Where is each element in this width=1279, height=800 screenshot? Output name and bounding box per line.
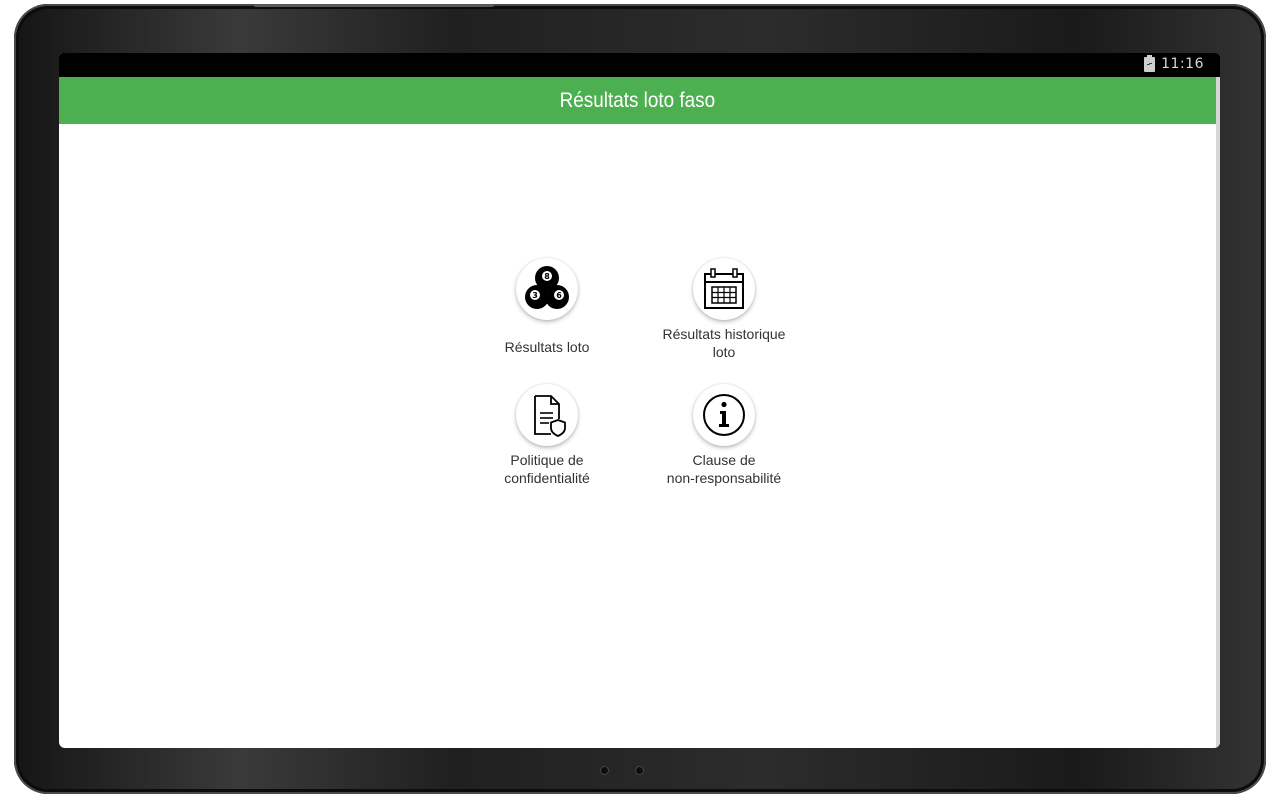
- sensor-dot: [600, 766, 609, 775]
- menu-item-icon-circle[interactable]: [693, 258, 755, 320]
- billiard-balls-icon: 8 3 6: [525, 266, 569, 309]
- menu-item-icon-circle[interactable]: [516, 384, 578, 446]
- menu-item-label: Résultats loto: [504, 339, 590, 355]
- menu-item-icon-circle[interactable]: 8 3 6: [516, 258, 578, 320]
- menu-item-icon-circle[interactable]: [693, 384, 755, 446]
- menu-item-label: Clause de non-responsabilité: [666, 452, 782, 486]
- app-screen: 11:16 Résultats loto faso 8 3 6 Résultat…: [59, 53, 1220, 748]
- menu-item-resultats-historique[interactable]: Résultats historique loto: [639, 258, 809, 361]
- menu-item-politique-confidentialite[interactable]: Politique de confidentialité: [462, 384, 632, 487]
- svg-text:6: 6: [556, 291, 562, 300]
- menu-item-label: Politique de confidentialité: [504, 452, 590, 486]
- battery-charging-icon: [1144, 54, 1156, 72]
- menu-item-clause-non-responsabilite[interactable]: Clause de non-responsabilité: [639, 384, 809, 487]
- frame-highlight: [254, 4, 494, 7]
- device-sensors: [600, 766, 644, 775]
- status-time: 11:16: [1161, 56, 1204, 72]
- app-title: Résultats loto faso: [559, 88, 716, 112]
- info-icon: [703, 394, 745, 436]
- calendar-icon: [704, 268, 744, 309]
- screen-edge: [1216, 77, 1220, 748]
- app-bar: Résultats loto faso: [59, 77, 1216, 124]
- menu-item-resultats-loto[interactable]: 8 3 6 Résultats loto: [462, 258, 632, 356]
- camera-dot: [635, 766, 644, 775]
- svg-text:3: 3: [532, 291, 538, 300]
- menu-item-label: Résultats historique loto: [662, 326, 786, 360]
- status-bar: 11:16: [59, 53, 1220, 77]
- document-shield-icon: [534, 395, 566, 437]
- status-right: 11:16: [1144, 54, 1204, 72]
- svg-text:8: 8: [544, 272, 550, 281]
